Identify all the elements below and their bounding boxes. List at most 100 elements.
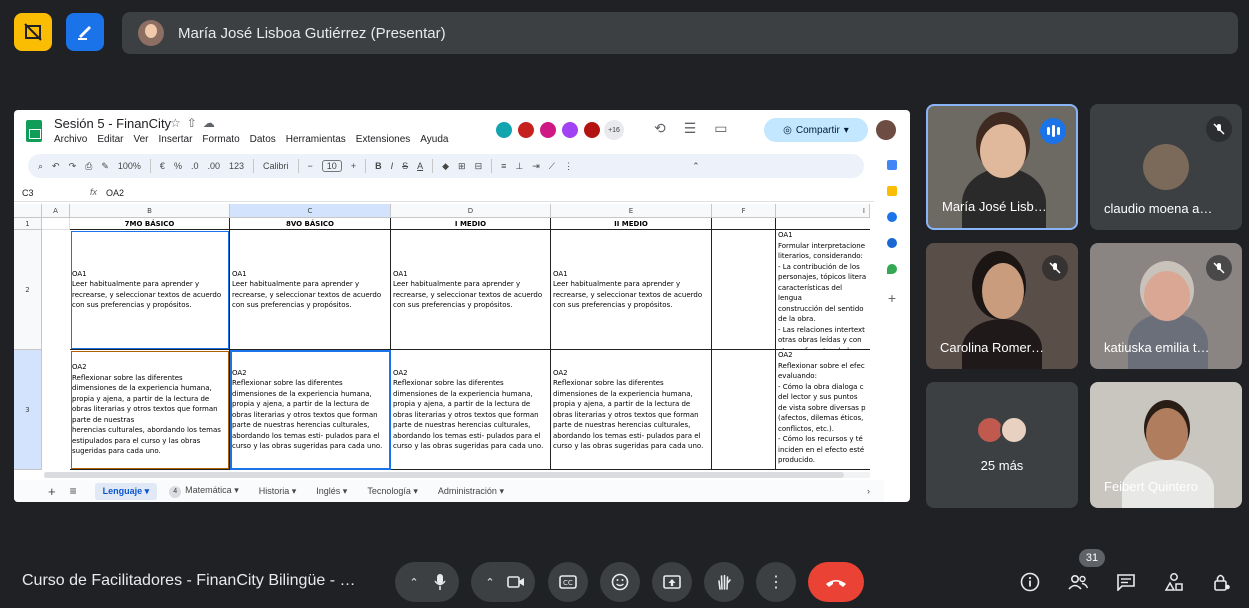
presenter-bar[interactable]: María José Lisboa Gutiérrez (Presentar) — [122, 12, 1238, 54]
menu-insertar[interactable]: Insertar — [159, 134, 193, 145]
tab-historia[interactable]: Historia ▾ — [251, 483, 305, 500]
all-sheets-icon[interactable]: ≡ — [70, 484, 77, 498]
keep-icon[interactable] — [887, 186, 897, 196]
cell-g1[interactable] — [776, 218, 870, 230]
share-button[interactable]: ◎ Compartir ▾ — [764, 118, 868, 142]
cell-b2[interactable]: OA1 Leer habitualmente para aprender y r… — [70, 230, 230, 350]
cell-d2[interactable]: OA1 Leer habitualmente para aprender y r… — [391, 230, 551, 350]
tab-administracion[interactable]: Administración ▾ — [430, 483, 512, 500]
menu-ayuda[interactable]: Ayuda — [420, 134, 448, 145]
undo-icon[interactable]: ↶ — [52, 161, 60, 172]
cell-c3-selected[interactable]: OA2 Reflexionar sobre las diferentes dim… — [230, 350, 391, 470]
cell-f1[interactable] — [712, 218, 776, 230]
add-sheet-icon[interactable]: + — [48, 484, 56, 499]
maps-icon[interactable] — [887, 264, 897, 274]
row-header[interactable]: 1 — [14, 218, 42, 230]
menu-datos[interactable]: Datos — [250, 134, 276, 145]
camera-button[interactable] — [507, 573, 525, 591]
recording-off-button[interactable] — [14, 13, 52, 51]
tasks-icon[interactable] — [887, 212, 897, 222]
collaborators[interactable]: +16 — [494, 120, 624, 140]
people-button[interactable] — [1066, 570, 1090, 594]
rotate-icon[interactable]: ⟋ — [549, 161, 555, 172]
chat-button[interactable] — [1114, 570, 1138, 594]
menu-ver[interactable]: Ver — [133, 134, 148, 145]
cell-e2[interactable]: OA1 Leer habitualmente para aprender y r… — [551, 230, 712, 350]
row-header[interactable]: 2 — [14, 230, 42, 350]
column-header[interactable]: I — [776, 204, 870, 218]
more-collaborators-badge[interactable]: +16 — [604, 120, 624, 140]
collaborator-avatar[interactable] — [494, 120, 514, 140]
row-header[interactable]: 3 — [14, 350, 42, 470]
spreadsheet-grid[interactable]: A B C D E F I 1 2 3 7MO BÁSICO 8VO BÁSIC… — [14, 204, 870, 472]
cell-e3[interactable]: OA2 Reflexionar sobre las diferentes dim… — [551, 350, 712, 470]
cell-d3[interactable]: OA2 Reflexionar sobre las diferentes dim… — [391, 350, 551, 470]
formula-input[interactable]: OA2 — [106, 188, 124, 198]
select-all-corner[interactable] — [14, 204, 42, 218]
text-color-button[interactable]: A — [417, 161, 423, 171]
paint-format-icon[interactable]: ✎ — [101, 161, 109, 172]
more-icon[interactable]: ⋮ — [564, 161, 573, 172]
more-participants-tile[interactable]: 25 más — [926, 382, 1078, 508]
captions-button[interactable]: CC — [548, 562, 588, 602]
italic-button[interactable]: I — [391, 161, 394, 171]
header-cell[interactable]: II MEDIO — [551, 218, 712, 230]
column-header[interactable]: C — [230, 204, 391, 218]
participant-tile[interactable]: Feibert Quintero — [1090, 382, 1242, 508]
menu-editar[interactable]: Editar — [97, 134, 123, 145]
column-header[interactable]: D — [391, 204, 551, 218]
font-size-decrease-button[interactable]: − — [308, 161, 313, 171]
cell-g3[interactable]: OA2 Reflexionar sobre el efec evaluando:… — [776, 350, 870, 470]
more-options-button[interactable]: ⋮ — [756, 562, 796, 602]
strikethrough-button[interactable]: S — [402, 161, 408, 171]
collaborator-avatar[interactable] — [560, 120, 580, 140]
account-avatar[interactable] — [876, 120, 896, 140]
contacts-icon[interactable] — [887, 238, 897, 248]
collaborator-avatar[interactable] — [516, 120, 536, 140]
column-header[interactable]: E — [551, 204, 712, 218]
chevron-up-icon[interactable]: ⌃ — [481, 573, 499, 591]
collaborator-avatar[interactable] — [538, 120, 558, 140]
host-controls-button[interactable] — [1210, 570, 1234, 594]
bold-button[interactable]: B — [375, 161, 382, 171]
shared-screen[interactable]: Sesión 5 - FinanCity ☆⇧☁ Archivo Editar … — [14, 110, 910, 502]
microphone-button[interactable] — [431, 573, 449, 591]
wrap-icon[interactable]: ⇥ — [532, 161, 540, 172]
column-header[interactable]: B — [70, 204, 230, 218]
add-icon[interactable]: + — [888, 290, 896, 306]
font-size-input[interactable]: 10 — [321, 160, 342, 172]
present-button[interactable] — [652, 562, 692, 602]
tab-tecnologia[interactable]: Tecnología ▾ — [359, 483, 426, 500]
meeting-info-button[interactable] — [1018, 570, 1042, 594]
collaborator-avatar[interactable] — [582, 120, 602, 140]
tab-matematica[interactable]: 4 Matemática ▾ — [161, 482, 247, 501]
decrease-decimal-button[interactable]: .0 — [191, 161, 199, 171]
participant-tile[interactable]: María José Lisb… — [926, 104, 1078, 230]
increase-decimal-button[interactable]: .00 — [207, 161, 220, 171]
header-cell[interactable]: 8VO BÁSICO — [230, 218, 391, 230]
chevron-right-icon[interactable]: › — [867, 486, 870, 496]
collapse-icon[interactable]: ⌃ — [692, 161, 700, 172]
cell-g2[interactable]: OA1 Formular interpretacione literarios,… — [776, 230, 870, 350]
zoom-select[interactable]: 100% — [118, 161, 141, 171]
percent-button[interactable]: % — [174, 161, 182, 171]
borders-icon[interactable]: ⊞ — [458, 161, 466, 172]
reactions-button[interactable] — [600, 562, 640, 602]
search-icon[interactable]: ⌕ — [38, 161, 43, 172]
menu-extensiones[interactable]: Extensiones — [356, 134, 410, 145]
calendar-icon[interactable] — [887, 160, 897, 170]
scrollbar-thumb[interactable] — [44, 472, 844, 478]
header-cell[interactable]: 7MO BÁSICO — [70, 218, 230, 230]
horizontal-scrollbar[interactable] — [44, 472, 870, 478]
participant-tile[interactable]: claudio moena a… — [1090, 104, 1242, 230]
cell-c2[interactable]: OA1 Leer habitualmente para aprender y r… — [230, 230, 391, 350]
print-icon[interactable]: ⎙ — [85, 161, 92, 172]
fill-color-icon[interactable]: ◆ — [442, 161, 449, 172]
valign-icon[interactable]: ⊥ — [515, 161, 523, 172]
raise-hand-button[interactable] — [704, 562, 744, 602]
redo-icon[interactable]: ↷ — [69, 161, 77, 172]
cell-f2[interactable] — [712, 230, 776, 350]
cell-reference[interactable]: C3 — [22, 188, 34, 198]
font-size-increase-button[interactable]: + — [351, 161, 356, 171]
whiteboard-button[interactable] — [66, 13, 104, 51]
